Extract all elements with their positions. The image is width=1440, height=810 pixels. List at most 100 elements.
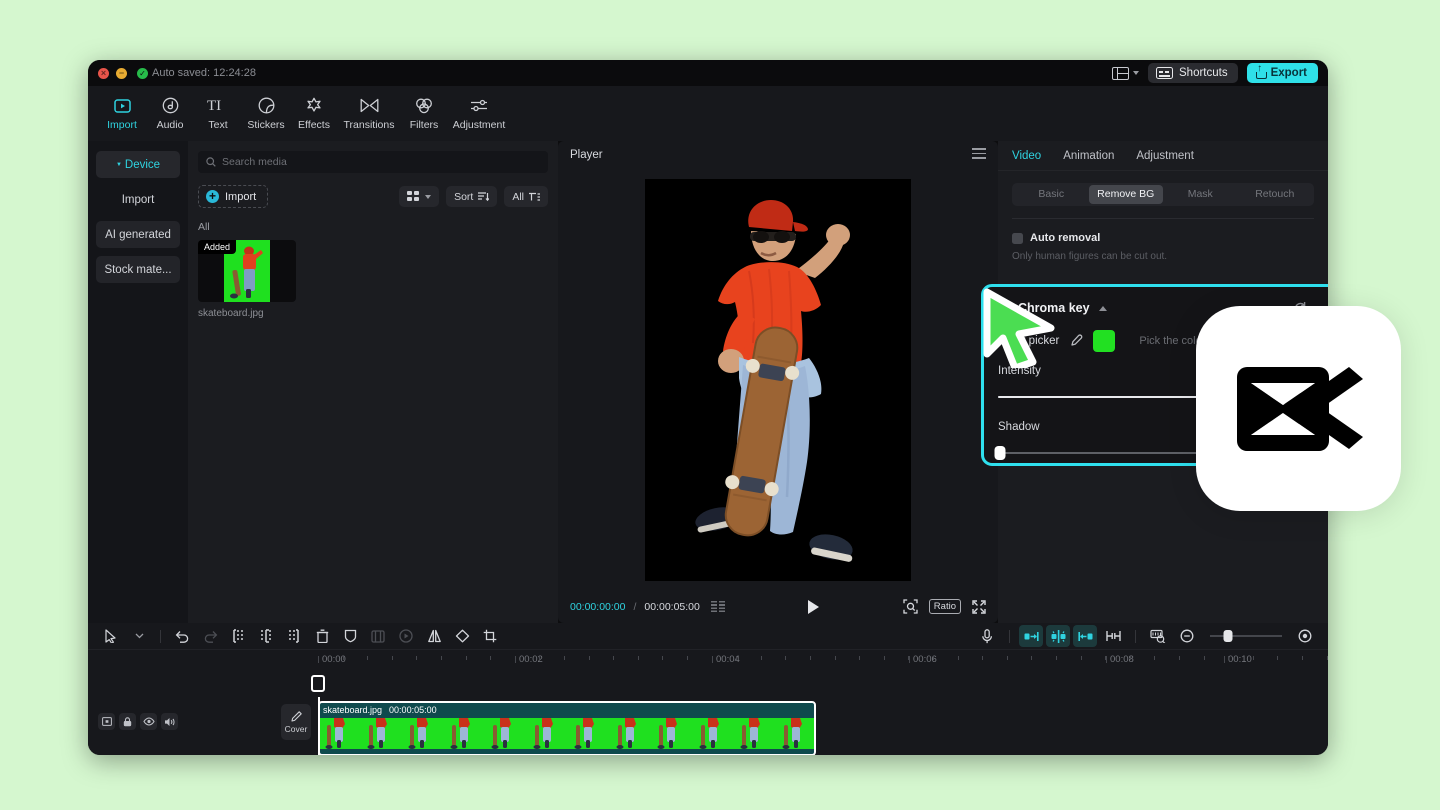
delete-icon[interactable] [309, 625, 335, 647]
track-thumbnail-icon[interactable] [98, 713, 115, 730]
export-button[interactable]: Export [1247, 63, 1318, 83]
window-close-button[interactable]: × [98, 68, 109, 79]
split-right-icon[interactable] [253, 625, 279, 647]
shadow-slider-knob[interactable] [995, 446, 1006, 460]
track-visibility-icon[interactable] [140, 713, 157, 730]
nav-item-filters[interactable]: Filters [400, 96, 448, 131]
adjustment-sliders-icon [470, 96, 489, 115]
ratio-button[interactable]: Ratio [929, 599, 961, 614]
zoom-slider-knob[interactable] [1224, 630, 1233, 642]
import-button-label: Import [225, 191, 256, 203]
toolbar-divider [160, 630, 161, 643]
fullscreen-icon[interactable] [972, 600, 986, 614]
added-badge: Added [198, 240, 236, 254]
auto-align-center-icon[interactable] [1046, 625, 1070, 647]
zoom-slider[interactable] [1210, 635, 1282, 637]
nav-item-transitions[interactable]: Transitions [338, 96, 400, 131]
segment-retouch[interactable]: Retouch [1238, 185, 1313, 204]
sort-icon [478, 192, 489, 202]
freeze-frame-icon[interactable] [365, 625, 391, 647]
auto-removal-checkbox[interactable] [1012, 233, 1023, 244]
track-mute-icon[interactable] [161, 713, 178, 730]
sidebar-item-import[interactable]: Import [96, 186, 180, 213]
cover-button[interactable]: Cover [281, 704, 311, 740]
filter-button[interactable]: All [504, 186, 548, 207]
nav-label-stickers: Stickers [247, 119, 284, 131]
media-item[interactable]: Added skateboard.jpg [198, 240, 296, 319]
crop-shield-icon[interactable] [337, 625, 363, 647]
select-arrow-icon[interactable] [98, 625, 124, 647]
zoom-preview-icon[interactable] [903, 599, 918, 614]
segment-remove-bg[interactable]: Remove BG [1089, 185, 1164, 204]
undo-icon[interactable] [169, 625, 195, 647]
clip-frame [320, 718, 362, 749]
ruler-tick [1130, 656, 1131, 660]
mirror-icon[interactable] [421, 625, 447, 647]
segment-mask[interactable]: Mask [1163, 185, 1238, 204]
search-input[interactable]: Search media [198, 151, 548, 173]
player-title: Player [570, 149, 603, 161]
timeline-toolbar-right [974, 625, 1318, 647]
player-current-time[interactable]: 00:00:00:00 [570, 601, 625, 613]
chevron-up-icon[interactable] [1099, 306, 1107, 311]
playhead-handle[interactable] [311, 675, 325, 692]
ruler-tick [1007, 656, 1008, 660]
import-media-button[interactable]: + Import [198, 185, 268, 208]
track-lock-icon[interactable] [119, 713, 136, 730]
sidebar-item-ai-generated[interactable]: AI generated [96, 221, 180, 248]
auto-align-right-icon[interactable] [1073, 625, 1097, 647]
clip-name: skateboard.jpg [323, 705, 382, 715]
crop-icon[interactable] [477, 625, 503, 647]
timeline-ruler[interactable]: 00:00 00:02 00:04 00:06 00:08 00:10 [88, 649, 1328, 671]
tab-adjustment[interactable]: Adjustment [1136, 150, 1194, 162]
nav-item-adjustment[interactable]: Adjustment [448, 96, 510, 131]
keyframe-track-icon[interactable] [1145, 625, 1171, 647]
gap-close-icon[interactable] [1100, 625, 1126, 647]
play-button[interactable] [808, 600, 819, 614]
zoom-in-icon[interactable] [1292, 625, 1318, 647]
video-preview-canvas[interactable] [645, 179, 911, 581]
nav-item-import[interactable]: Import [98, 96, 146, 131]
tool-caret-down-icon[interactable] [126, 625, 152, 647]
player-menu-icon[interactable] [972, 148, 986, 162]
eyedropper-icon[interactable] [1069, 334, 1083, 348]
sort-button[interactable]: Sort [446, 186, 497, 207]
close-icon: × [101, 69, 106, 78]
tab-animation[interactable]: Animation [1063, 150, 1114, 162]
redo-icon[interactable] [197, 625, 223, 647]
playhead-line[interactable] [318, 697, 320, 755]
shortcuts-button[interactable]: Shortcuts [1148, 63, 1238, 83]
grid-view-button[interactable] [399, 186, 439, 207]
search-icon [206, 157, 216, 167]
media-thumbnail[interactable]: Added [198, 240, 296, 302]
color-swatch[interactable] [1093, 330, 1115, 352]
ruler-tick [589, 656, 590, 660]
auto-align-left-icon[interactable] [1019, 625, 1043, 647]
record-mic-icon[interactable] [974, 625, 1000, 647]
ruler-tick [908, 656, 909, 660]
split-icon[interactable] [281, 625, 307, 647]
ruler-tick [638, 656, 639, 660]
nav-item-text[interactable]: TI Text [194, 96, 242, 131]
ruler-tick [1253, 656, 1254, 660]
auto-removal-row[interactable]: Auto removal [1012, 232, 1314, 244]
remove-bg-segmented-control: Basic Remove BG Mask Retouch [1012, 183, 1314, 206]
check-glyph: ✓ [139, 69, 146, 78]
nav-item-audio[interactable]: Audio [146, 96, 194, 131]
layout-switch-button[interactable] [1112, 67, 1139, 80]
segment-basic[interactable]: Basic [1014, 185, 1089, 204]
nav-item-effects[interactable]: Effects [290, 96, 338, 131]
sidebar-label-device: Device [125, 159, 160, 171]
nav-item-stickers[interactable]: Stickers [242, 96, 290, 131]
zoom-out-icon[interactable] [1174, 625, 1200, 647]
timeline-clip[interactable]: skateboard.jpg 00:00:05:00 [318, 701, 816, 755]
sidebar-item-stock-materials[interactable]: Stock mate... [96, 256, 180, 283]
split-left-icon[interactable] [225, 625, 251, 647]
window-minimize-button[interactable]: − [116, 68, 127, 79]
tab-video[interactable]: Video [1012, 150, 1041, 162]
rotate-icon[interactable] [449, 625, 475, 647]
ruler-tick [416, 656, 417, 660]
sidebar-item-device[interactable]: ▼ Device [96, 151, 180, 178]
reverse-icon[interactable] [393, 625, 419, 647]
timeline-toolbar [88, 623, 1328, 649]
